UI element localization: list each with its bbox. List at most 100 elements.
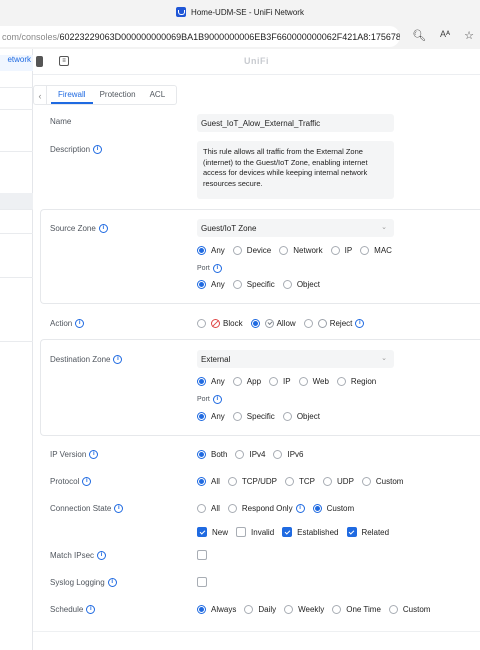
info-icon[interactable]: i [113, 355, 123, 364]
radio-selected [197, 477, 206, 486]
info-icon[interactable]: i [82, 477, 92, 486]
destination-option-app[interactable]: App [232, 377, 261, 386]
ip-version-ipv6[interactable]: IPv6 [273, 450, 304, 459]
network-tab[interactable]: etwork [0, 55, 33, 71]
protocol-label: Protocol i [50, 477, 92, 486]
radio [232, 377, 242, 386]
action-option-block[interactable]: Block [197, 319, 243, 328]
state-established[interactable]: Established [282, 527, 339, 537]
destination-zone-select[interactable]: External ⌄ [197, 350, 394, 368]
source-option-ip[interactable]: IP [330, 246, 352, 255]
syslog-logging-checkbox[interactable] [197, 577, 207, 587]
info-icon[interactable]: i [212, 264, 222, 273]
ip-version-radios: Both IPv4 IPv6 [197, 450, 312, 459]
source-zone-select[interactable]: Guest/IoT Zone ⌄ [197, 219, 394, 237]
radio-selected [312, 504, 322, 513]
info-icon[interactable]: i [86, 605, 96, 614]
checkbox [236, 527, 247, 537]
favorite-icon[interactable]: ☆ [464, 29, 474, 42]
source-option-device[interactable]: Device [232, 246, 271, 255]
state-related[interactable]: Related [346, 527, 389, 537]
connection-state-label: Connection State i [50, 504, 124, 513]
radio [303, 319, 313, 328]
panel-tabs: ‹ Firewall Protection ACL [33, 85, 178, 105]
info-icon[interactable]: i [89, 450, 99, 459]
schedule-radios: Always Daily Weekly One Time Custom [197, 605, 438, 614]
chevron-down-icon: ⌄ [381, 224, 387, 231]
destination-option-any[interactable]: Any [197, 377, 225, 386]
radio-selected [197, 377, 206, 386]
info-icon[interactable]: i [98, 224, 108, 233]
destination-port-object[interactable]: Object [282, 412, 320, 421]
source-option-mac[interactable]: MAC [360, 246, 392, 255]
protocol-udp[interactable]: UDP [323, 477, 354, 486]
schedule-one-time[interactable]: One Time [332, 605, 381, 614]
description-label: Description i [50, 145, 103, 154]
browser-address-bar: com/consoles/60223229063D000000000069BA1… [0, 24, 480, 49]
protocol-all[interactable]: All [197, 477, 220, 486]
radio-selected [197, 450, 206, 459]
connection-state-all[interactable]: All [197, 504, 220, 513]
source-port-specific[interactable]: Specific [232, 280, 275, 289]
match-ipsec-checkbox[interactable] [197, 550, 207, 560]
connection-state-respond-only[interactable]: Respond Only i [227, 504, 305, 513]
action-option-reject[interactable]: Reject i [303, 319, 365, 328]
checkbox-checked [282, 527, 293, 537]
back-chevron-icon[interactable]: ‹ [33, 85, 47, 105]
match-ipsec-label: Match IPsec i [50, 551, 107, 560]
radio [285, 477, 295, 486]
info-icon[interactable]: i [97, 551, 107, 560]
radio [298, 377, 308, 386]
radio-selected [197, 280, 206, 289]
connection-state-custom[interactable]: Custom [312, 504, 354, 513]
tab-protection[interactable]: Protection [93, 86, 143, 104]
schedule-daily[interactable]: Daily [244, 605, 276, 614]
action-option-allow[interactable]: Allow [250, 319, 296, 328]
state-new[interactable]: New [197, 527, 228, 537]
protocol-custom[interactable]: Custom [361, 477, 403, 486]
protocol-tcp[interactable]: TCP [285, 477, 315, 486]
sidebar-divider [0, 233, 33, 234]
tab-acl[interactable]: ACL [143, 86, 173, 104]
destination-option-web[interactable]: Web [298, 377, 329, 386]
tab-firewall[interactable]: Firewall [51, 86, 93, 104]
source-option-network[interactable]: Network [279, 246, 323, 255]
name-field[interactable]: Guest_IoT_Alow_External_Traffic [197, 114, 394, 132]
destination-port-specific[interactable]: Specific [232, 412, 275, 421]
read-aloud-icon[interactable]: Aᴬ [440, 29, 450, 42]
info-icon[interactable]: i [93, 145, 103, 154]
info-icon[interactable]: i [212, 395, 222, 404]
radio [330, 246, 340, 255]
state-invalid[interactable]: Invalid [236, 527, 274, 537]
schedule-always[interactable]: Always [197, 605, 236, 614]
sidebar-item-selected[interactable] [0, 193, 33, 209]
protocol-tcp-udp[interactable]: TCP/UDP [227, 477, 277, 486]
source-type-radios: Any Device Network IP MAC [197, 246, 400, 255]
destination-type-radios: Any App IP Web Region [197, 377, 384, 386]
ip-version-ipv4[interactable]: IPv4 [235, 450, 265, 459]
info-icon[interactable]: i [114, 504, 124, 513]
radio [197, 504, 206, 513]
schedule-custom[interactable]: Custom [388, 605, 430, 614]
description-field[interactable]: This rule allows all traffic from the Ex… [197, 141, 394, 199]
sidebar-divider [0, 277, 33, 278]
protocol-radios: All TCP/UDP TCP UDP Custom [197, 477, 411, 486]
destination-option-ip[interactable]: IP [269, 377, 291, 386]
ip-version-both[interactable]: Both [197, 450, 227, 459]
destination-port-any[interactable]: Any [197, 412, 225, 421]
source-option-any[interactable]: Any [197, 246, 225, 255]
source-port-object[interactable]: Object [282, 280, 320, 289]
destination-option-region[interactable]: Region [336, 377, 376, 386]
url-field[interactable]: com/consoles/60223229063D000000000069BA1… [0, 26, 400, 47]
info-icon[interactable]: i [107, 578, 117, 587]
radio [388, 605, 398, 614]
info-icon[interactable]: i [75, 319, 85, 328]
source-port-radios: Any Specific Object [197, 280, 328, 289]
radio-selected [250, 319, 260, 328]
info-icon[interactable]: i [355, 319, 365, 328]
info-icon[interactable]: i [295, 504, 305, 513]
schedule-weekly[interactable]: Weekly [284, 605, 324, 614]
sidebar-divider [0, 341, 33, 342]
source-port-any[interactable]: Any [197, 280, 225, 289]
zoom-icon[interactable]: 🔍︎ [412, 29, 426, 42]
